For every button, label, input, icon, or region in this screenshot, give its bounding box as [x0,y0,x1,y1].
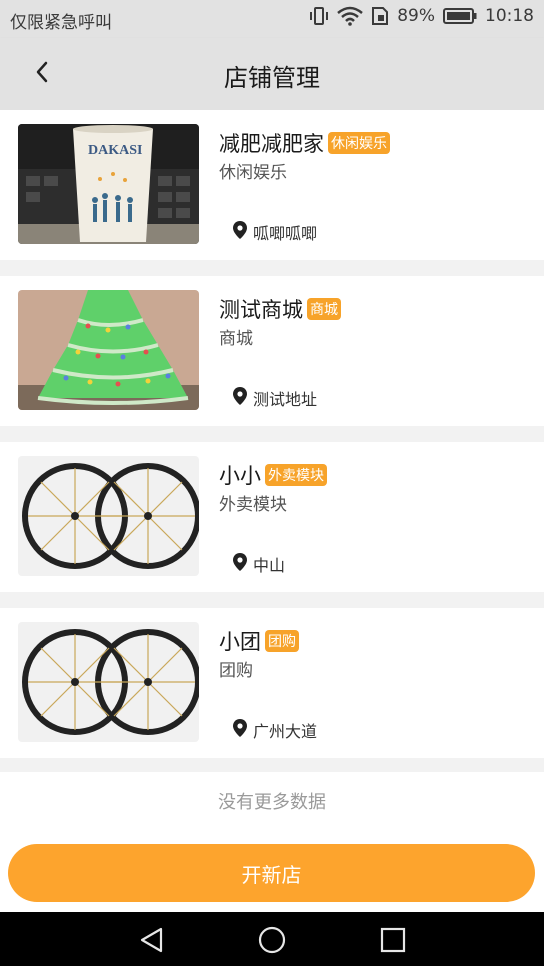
battery-icon [443,7,477,25]
system-nav-bar [0,912,544,966]
location-pin-icon [233,719,247,741]
store-name-row: 减肥减肥家 休闲娱乐 [219,128,390,158]
store-name: 测试商城 [219,298,303,322]
store-list: DAKASI 减肥减肥家 休闲娱乐 休闲娱乐 呱唧呱唧 测试商城 商城 商城 测… [0,110,544,774]
store-image: DAKASI [18,124,199,244]
address-text: 中山 [253,556,286,575]
title-bar: 店铺管理 [0,38,544,110]
location-pin-icon [233,387,247,409]
footer-bar: 开新店 [0,834,544,912]
store-name: 小团 [219,630,261,654]
category-badge: 休闲娱乐 [328,132,390,154]
open-new-store-button[interactable]: 开新店 [8,844,535,902]
store-category: 外卖模块 [219,495,287,515]
nav-recents-icon[interactable] [378,925,408,955]
store-address: 中山 [233,552,285,576]
store-category: 商城 [219,329,253,349]
store-card[interactable]: 测试商城 商城 商城 测试地址 [0,276,544,426]
store-image [18,456,199,576]
store-image [18,622,199,742]
store-address: 测试地址 [233,386,317,410]
store-name: 小小 [219,464,261,488]
store-address: 广州大道 [233,718,317,742]
battery-percent: 89% [397,6,435,26]
address-text: 测试地址 [253,390,318,409]
nav-back-icon[interactable] [137,925,167,955]
sim-icon [371,6,389,26]
store-address: 呱唧呱唧 [233,220,317,244]
vibrate-icon [309,6,329,26]
category-badge: 团购 [265,630,299,652]
address-text: 广州大道 [253,722,318,741]
wifi-icon [337,6,364,26]
category-badge: 外卖模块 [265,464,327,486]
store-category: 休闲娱乐 [219,163,287,183]
nav-home-icon[interactable] [257,925,287,955]
location-pin-icon [233,221,247,243]
store-image [18,290,199,410]
store-name-row: 小团 团购 [219,626,299,656]
no-more-data-text: 没有更多数据 [0,772,544,834]
store-category: 团购 [219,661,253,681]
clock-time: 10:18 [485,6,534,26]
svg-text:DAKASI: DAKASI [88,143,142,158]
location-pin-icon [233,553,247,575]
store-card[interactable]: 小团 团购 团购 广州大道 [0,608,544,758]
store-name-row: 测试商城 商城 [219,294,341,324]
page-title: 店铺管理 [224,64,320,92]
status-bar: 仅限紧急呼叫 89% 10:18 [0,0,544,38]
address-text: 呱唧呱唧 [253,224,318,243]
store-name-row: 小小 外卖模块 [219,460,327,490]
store-card[interactable]: 小小 外卖模块 外卖模块 中山 [0,442,544,592]
category-badge: 商城 [307,298,341,320]
carrier-text: 仅限紧急呼叫 [10,13,112,33]
store-name: 减肥减肥家 [219,132,324,156]
store-card[interactable]: DAKASI 减肥减肥家 休闲娱乐 休闲娱乐 呱唧呱唧 [0,110,544,260]
